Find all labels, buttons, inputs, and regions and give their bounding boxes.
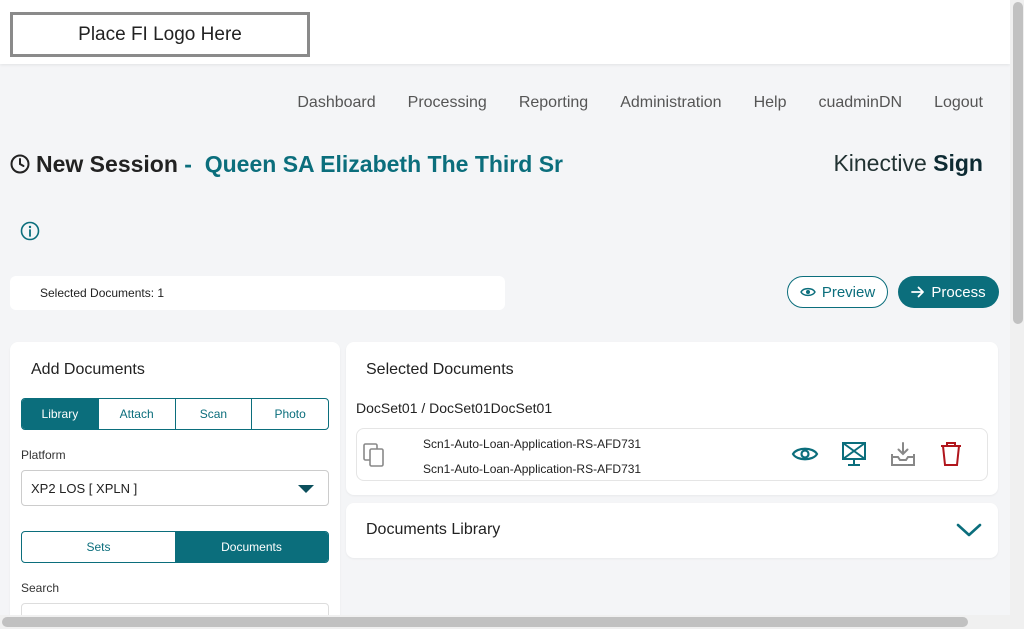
copy-document-icon[interactable] xyxy=(363,443,385,467)
brand-light: Kinective xyxy=(833,150,927,176)
selected-documents-panel: Selected Documents DocSet01 / DocSet01Do… xyxy=(346,342,998,495)
vertical-scrollbar-thumb[interactable] xyxy=(1013,2,1023,324)
info-icon[interactable] xyxy=(20,221,40,241)
nav-help[interactable]: Help xyxy=(754,94,787,112)
tab-library[interactable]: Library xyxy=(22,399,99,429)
fi-logo-placeholder: Place FI Logo Here xyxy=(10,12,310,57)
email-monitor-icon[interactable] xyxy=(840,440,868,468)
tab-sets[interactable]: Sets xyxy=(22,532,175,562)
page-title: New Session - Queen SA Elizabeth The Thi… xyxy=(10,146,580,182)
process-button[interactable]: Process xyxy=(898,276,999,308)
preview-button[interactable]: Preview xyxy=(787,276,888,308)
horizontal-scrollbar[interactable] xyxy=(0,615,1010,629)
search-label: Search xyxy=(21,581,60,595)
document-row: Scn1-Auto-Loan-Application-RS-AFD731 Scn… xyxy=(356,428,988,481)
tab-photo[interactable]: Photo xyxy=(252,399,328,429)
documents-library-panel[interactable]: Documents Library xyxy=(346,503,998,558)
process-label: Process xyxy=(931,283,986,301)
documents-library-title: Documents Library xyxy=(366,521,501,538)
tab-attach[interactable]: Attach xyxy=(99,399,176,429)
tab-scan[interactable]: Scan xyxy=(176,399,253,429)
main-nav: Dashboard Processing Reporting Administr… xyxy=(297,94,983,112)
top-bar: Place FI Logo Here xyxy=(0,0,1010,64)
add-documents-panel: Add Documents Library Attach Scan Photo … xyxy=(10,342,340,629)
document-name: Scn1-Auto-Loan-Application-RS-AFD731 xyxy=(423,437,642,451)
platform-label: Platform xyxy=(21,448,66,462)
caret-down-icon xyxy=(298,485,314,493)
nav-logout[interactable]: Logout xyxy=(934,94,983,112)
eye-icon xyxy=(800,287,816,297)
selected-documents-count: Selected Documents: 1 xyxy=(10,276,505,310)
brand-logo: Kinective Sign xyxy=(833,150,983,177)
trash-icon[interactable] xyxy=(937,440,965,468)
session-title: New Session xyxy=(36,151,178,177)
inbox-download-icon[interactable] xyxy=(889,440,917,468)
selected-documents-title: Selected Documents xyxy=(366,361,514,378)
tab-documents[interactable]: Documents xyxy=(175,532,328,562)
clock-icon xyxy=(10,154,30,174)
nav-administration[interactable]: Administration xyxy=(620,94,721,112)
title-separator: - xyxy=(184,151,192,177)
horizontal-scrollbar-thumb[interactable] xyxy=(2,617,968,627)
preview-label: Preview xyxy=(821,283,876,301)
customer-name: Queen SA Elizabeth The Third Sr xyxy=(204,151,563,177)
document-subtitle: Scn1-Auto-Loan-Application-RS-AFD731 xyxy=(423,462,642,476)
nav-reporting[interactable]: Reporting xyxy=(519,94,588,112)
vertical-scrollbar[interactable] xyxy=(1010,0,1024,629)
mode-tabs: Sets Documents xyxy=(21,531,329,563)
nav-processing[interactable]: Processing xyxy=(408,94,487,112)
view-eye-icon[interactable] xyxy=(791,440,819,468)
chevron-down-icon[interactable] xyxy=(956,521,982,539)
nav-user[interactable]: cuadminDN xyxy=(818,94,902,112)
arrow-right-icon xyxy=(911,286,925,298)
add-documents-title: Add Documents xyxy=(31,361,145,378)
brand-bold: Sign xyxy=(933,150,983,176)
nav-dashboard[interactable]: Dashboard xyxy=(297,94,375,112)
platform-value: XP2 LOS [ XPLN ] xyxy=(31,480,138,496)
docset-path: DocSet01 / DocSet01DocSet01 xyxy=(356,400,553,416)
platform-select[interactable]: XP2 LOS [ XPLN ] xyxy=(21,470,329,506)
source-tabs: Library Attach Scan Photo xyxy=(21,398,329,430)
